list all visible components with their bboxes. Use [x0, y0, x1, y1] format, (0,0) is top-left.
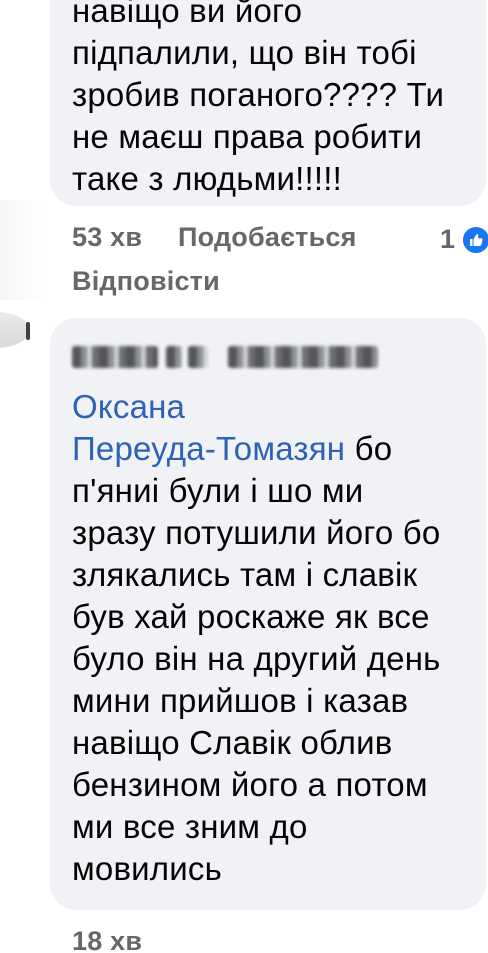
comment-2-timestamp[interactable]: 18 хв [72, 926, 142, 953]
avatar-edge [26, 322, 30, 340]
like-thumb-icon [461, 224, 488, 255]
redacted-block-3 [188, 346, 208, 368]
reply-button[interactable]: Відповісти [72, 266, 220, 297]
comment-2-text: Оксана Переуда-Томазян бо п'яниі були і … [72, 386, 464, 890]
comment-bubble-2: Оксана Переуда-Томазян бо п'яниі були і … [50, 318, 486, 910]
comment-bubble-1: навіщо ви його підпалили, що він тобі зр… [50, 0, 486, 206]
comment-1-text: навіщо ви його підпалили, що він тобі зр… [72, 0, 445, 197]
reaction-count[interactable]: 1 [440, 224, 488, 255]
redacted-block-2 [166, 346, 182, 368]
redacted-block-1 [72, 346, 158, 368]
mention-link[interactable]: Оксана Переуда-Томазян [72, 388, 345, 467]
redacted-block-4 [228, 346, 378, 368]
like-button[interactable]: Подобається [178, 222, 357, 253]
left-shade [0, 200, 44, 300]
reaction-count-label: 1 [440, 224, 456, 254]
comment-2-body: бо п'яниі були і шо ми зразу потушили йо… [72, 430, 441, 887]
author-name-redacted[interactable] [72, 342, 464, 372]
comment-1-timestamp[interactable]: 53 хв [72, 222, 142, 253]
comment-thread: навіщо ви його підпалили, що він тобі зр… [0, 0, 488, 953]
